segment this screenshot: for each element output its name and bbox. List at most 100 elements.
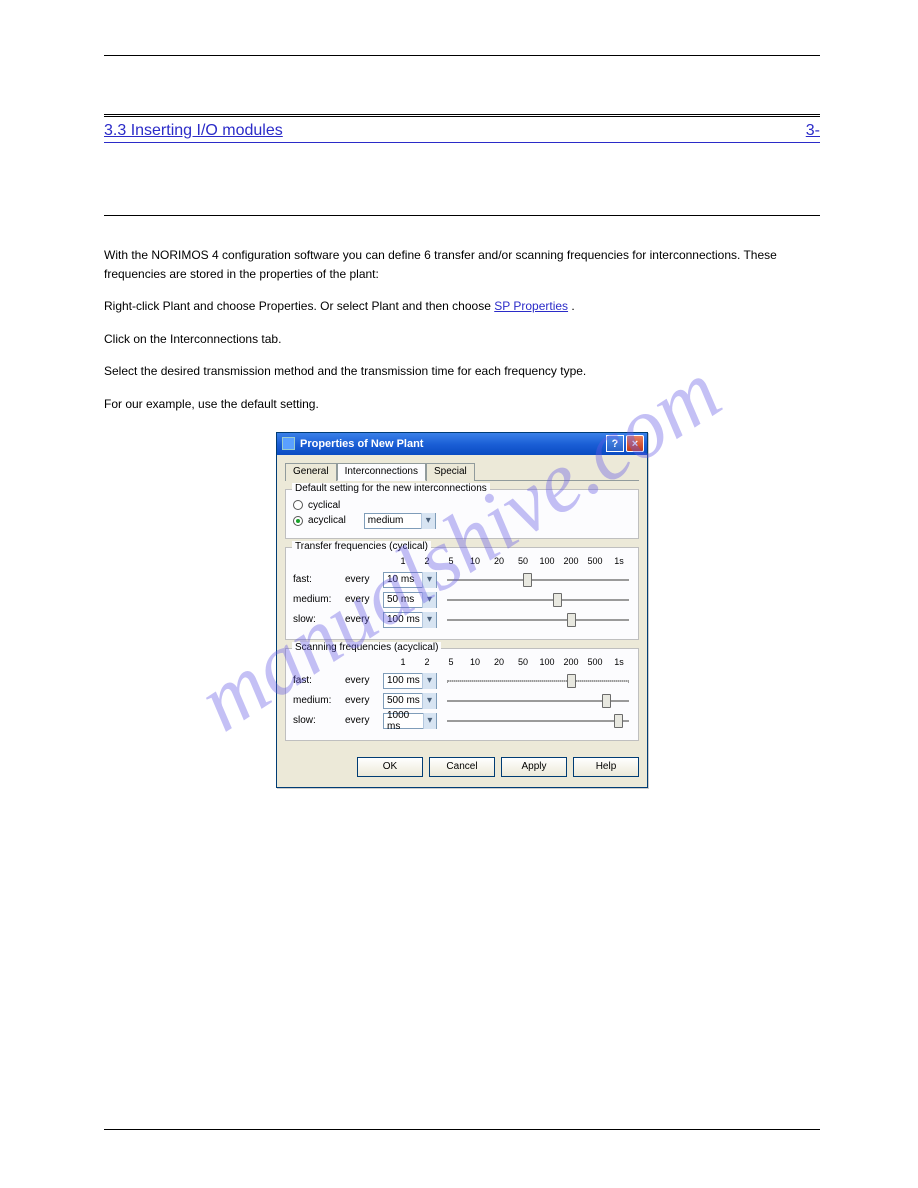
page-footer (104, 1129, 820, 1136)
tab-general[interactable]: General (285, 463, 337, 481)
transfer-fast-slider[interactable] (447, 573, 629, 587)
tick-label: 1s (611, 556, 627, 566)
scanning-ticks-header: 1 2 5 10 20 50 100 200 500 1s (395, 657, 631, 667)
titlebar-close-button[interactable]: × (626, 435, 644, 452)
tick-label: 500 (587, 657, 603, 667)
freq-label: slow: (293, 715, 337, 726)
scanning-row-fast: fast: every 100 ms ▾ (293, 673, 631, 689)
transfer-fast-select[interactable]: 10 ms ▾ (383, 572, 437, 588)
group-scanning-title: Scanning frequencies (acyclical) (292, 642, 441, 653)
dialog-button-row: OK Cancel Apply Help (285, 749, 639, 777)
group-transfer: Transfer frequencies (cyclical) 1 2 5 10… (285, 547, 639, 640)
dialog-wrapper: Properties of New Plant ? × General Inte… (104, 432, 820, 788)
tick-label: 500 (587, 556, 603, 566)
transfer-slow-slider[interactable] (447, 613, 629, 627)
every-label: every (345, 614, 375, 625)
mode-select[interactable]: medium ▾ (364, 513, 436, 529)
tick-label: 10 (467, 657, 483, 667)
tick-label: 200 (563, 657, 579, 667)
freq-label: medium: (293, 695, 337, 706)
tick-label: 50 (515, 556, 531, 566)
group-default-title: Default setting for the new interconnect… (292, 483, 490, 494)
cancel-button[interactable]: Cancel (429, 757, 495, 777)
tabs: General Interconnections Special (285, 463, 639, 481)
every-label: every (345, 715, 375, 726)
paragraph-2c: . (571, 299, 574, 313)
apply-button[interactable]: Apply (501, 757, 567, 777)
scanning-slow-slider[interactable] (447, 714, 629, 728)
group-scanning: Scanning frequencies (acyclical) 1 2 5 1… (285, 648, 639, 741)
tick-label: 1 (395, 556, 411, 566)
body-rule (104, 215, 820, 216)
transfer-medium-select[interactable]: 50 ms ▾ (383, 592, 437, 608)
tick-label: 200 (563, 556, 579, 566)
section-header: 3.3 Inserting I/O modules 3- (104, 122, 820, 140)
paragraph-1: With the NORIMOS 4 configuration softwar… (104, 246, 820, 283)
dialog-icon (282, 437, 295, 450)
chevron-down-icon: ▾ (421, 513, 435, 529)
select-value: 100 ms (387, 675, 420, 686)
section-rule (104, 142, 820, 143)
section-link[interactable]: 3.3 Inserting I/O modules (104, 122, 283, 140)
every-label: every (345, 574, 375, 585)
chevron-down-icon: ▾ (422, 572, 436, 588)
tick-label: 2 (419, 556, 435, 566)
paragraph-2a: Right-click Plant and choose Properties.… (104, 299, 494, 313)
section-tab-link[interactable]: 3- (806, 122, 820, 140)
paragraph-2: Right-click Plant and choose Properties.… (104, 297, 820, 316)
freq-label: fast: (293, 574, 337, 585)
scanning-row-medium: medium: every 500 ms ▾ (293, 693, 631, 709)
freq-label: slow: (293, 614, 337, 625)
transfer-ticks-header: 1 2 5 10 20 50 100 200 500 1s (395, 556, 631, 566)
header-rule-top (104, 55, 820, 56)
every-label: every (345, 594, 375, 605)
tab-interconnections[interactable]: Interconnections (337, 463, 426, 481)
select-value: 50 ms (387, 594, 414, 605)
page-content: 3.3 Inserting I/O modules 3- With the NO… (0, 0, 918, 788)
titlebar-help-button[interactable]: ? (606, 435, 624, 452)
radio-cyclical-label: cyclical (308, 500, 340, 511)
transfer-slow-select[interactable]: 100 ms ▾ (383, 612, 437, 628)
chevron-down-icon: ▾ (422, 612, 436, 628)
freq-label: medium: (293, 594, 337, 605)
dialog-body: General Interconnections Special Default… (277, 455, 647, 787)
select-value: 100 ms (387, 614, 420, 625)
radio-acyclical-label: acyclical (308, 515, 346, 526)
tick-label: 10 (467, 556, 483, 566)
tick-label: 5 (443, 657, 459, 667)
scanning-fast-slider[interactable] (447, 674, 629, 688)
tick-label: 20 (491, 657, 507, 667)
tick-label: 5 (443, 556, 459, 566)
transfer-row-fast: fast: every 10 ms ▾ (293, 572, 631, 588)
tick-label: 1s (611, 657, 627, 667)
transfer-medium-slider[interactable] (447, 593, 629, 607)
scanning-fast-select[interactable]: 100 ms ▾ (383, 673, 437, 689)
tick-label: 1 (395, 657, 411, 667)
ok-button[interactable]: OK (357, 757, 423, 777)
help-button[interactable]: Help (573, 757, 639, 777)
every-label: every (345, 675, 375, 686)
scanning-slow-select[interactable]: 1000 ms ▾ (383, 713, 437, 729)
chevron-down-icon: ▾ (422, 592, 436, 608)
dialog-title: Properties of New Plant (300, 438, 423, 450)
scanning-medium-select[interactable]: 500 ms ▾ (383, 693, 437, 709)
chevron-down-icon: ▾ (422, 693, 436, 709)
paragraph-4: Select the desired transmission method a… (104, 362, 820, 381)
tick-label: 20 (491, 556, 507, 566)
chevron-down-icon: ▾ (423, 713, 436, 729)
paragraph-3: Click on the Interconnections tab. (104, 330, 820, 349)
scanning-medium-slider[interactable] (447, 694, 629, 708)
radio-acyclical[interactable] (293, 516, 303, 526)
sp-properties-link[interactable]: SP Properties (494, 299, 568, 313)
header-rule-double (104, 114, 820, 117)
group-transfer-title: Transfer frequencies (cyclical) (292, 541, 431, 552)
dialog-titlebar[interactable]: Properties of New Plant ? × (277, 433, 647, 455)
tab-special[interactable]: Special (426, 463, 475, 481)
radio-cyclical[interactable] (293, 500, 303, 510)
tick-label: 2 (419, 657, 435, 667)
select-value: 10 ms (387, 574, 414, 585)
scanning-row-slow: slow: every 1000 ms ▾ (293, 713, 631, 729)
every-label: every (345, 695, 375, 706)
paragraph-5: For our example, use the default setting… (104, 395, 820, 414)
transfer-row-slow: slow: every 100 ms ▾ (293, 612, 631, 628)
